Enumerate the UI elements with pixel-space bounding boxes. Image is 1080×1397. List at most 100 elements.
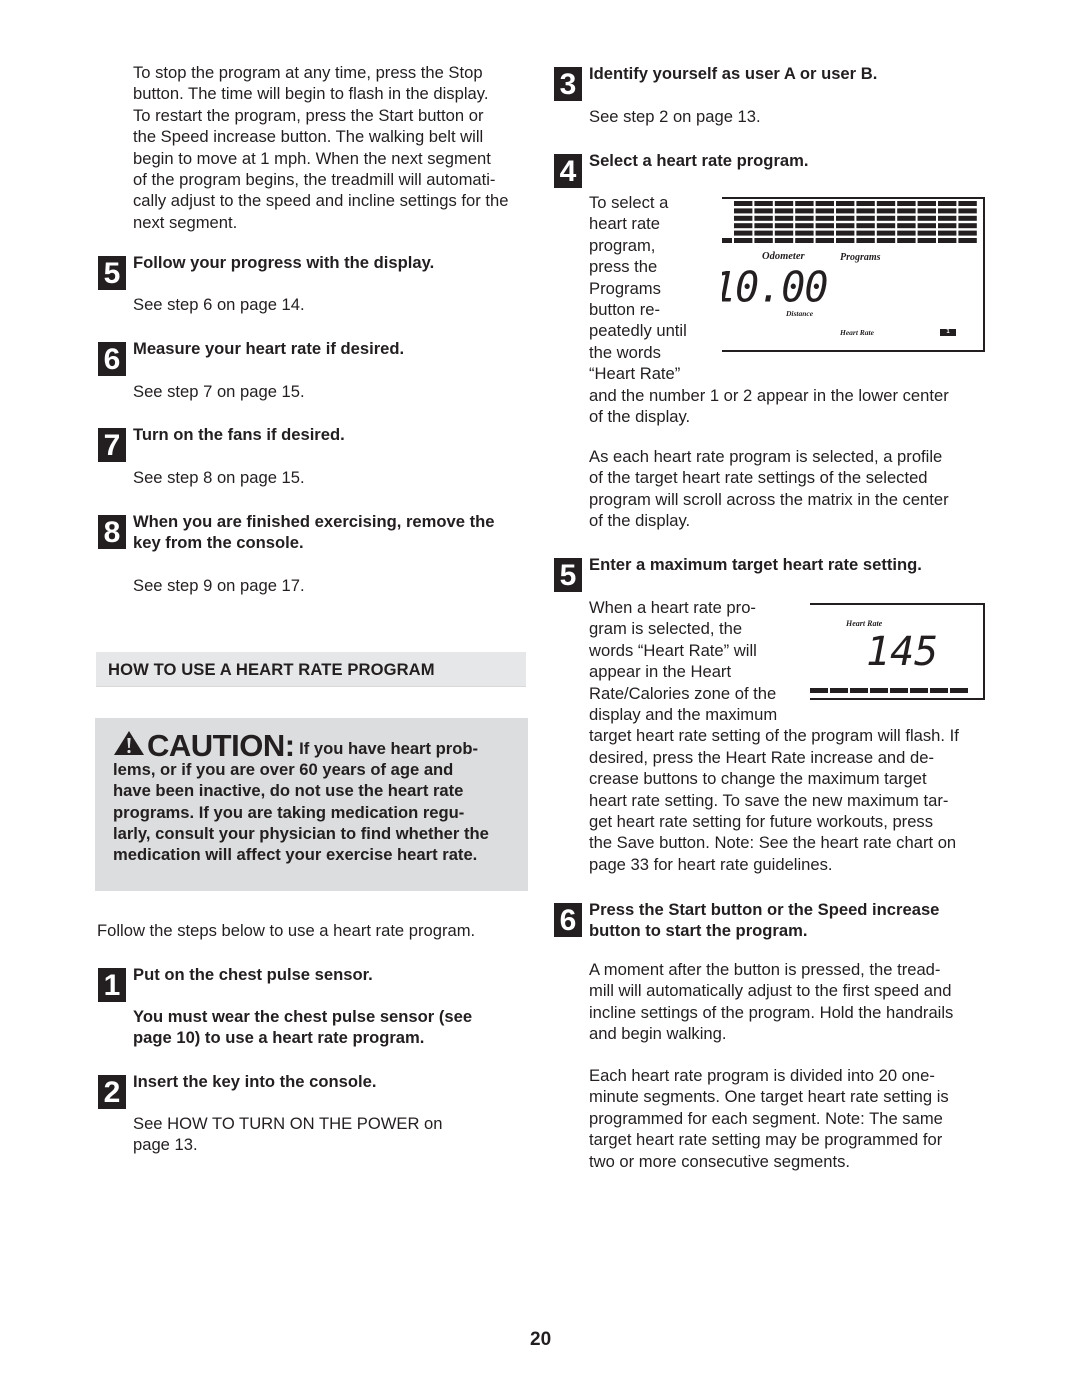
caution-label: CAUTION: [147,728,295,763]
matrix-segment [836,238,855,243]
matrix-segment [754,208,773,214]
step-number-badge: 3 [554,67,582,101]
matrix-segment [795,201,814,206]
step-title: Select a heart rate program. [589,151,809,170]
caution-box: CAUTION: If you have heart prob- lems, o… [95,718,528,891]
step-body: See step 9 on page 17. [133,576,305,595]
matrix-segment [897,215,916,221]
matrix-segment [836,201,855,206]
step-body: See step 2 on page 13. [589,107,761,126]
text-line: heart rate setting. To save the new maxi… [589,790,949,810]
text-line: the words [589,342,661,362]
program-number-indicator: 1 [940,329,956,336]
text-line: of the display. [589,407,691,427]
matrix-segment [876,208,896,214]
heart-rate-label: Heart Rate [840,328,874,337]
text-line: of the program begins, the treadmill wil… [133,170,496,190]
matrix-segment [754,223,773,229]
text-line: program, [589,235,656,255]
text-line: button. The time will begin to flash in … [133,84,489,104]
text-line: desired, press the Heart Rate increase a… [589,747,934,767]
step-number-badge: 4 [554,154,582,188]
heart-rate-label: Heart Rate [846,619,883,628]
odometer-label: Odometer [762,251,805,262]
matrix-segment [958,208,977,214]
step-title: Insert the key into the console. [133,1072,377,1091]
heart-rate-readout: 145 [866,629,939,675]
matrix-segment [734,230,753,236]
text-line: To restart the program, press the Start … [133,105,484,125]
matrix-segment [795,238,814,243]
matrix-segment [815,215,834,221]
step-title: Turn on the fans if desired. [133,425,345,444]
matrix-segment [815,208,834,214]
step-title: Enter a maximum target heart rate settin… [589,555,922,574]
step6-para1: A moment after the button is pressed, th… [589,959,953,1045]
matrix-segment [754,238,773,243]
matrix-segment [876,230,896,236]
matrix-segment [850,688,868,693]
matrix-segment [917,238,936,243]
text-line: heart rate [589,214,661,234]
matrix-segment [856,201,875,206]
page-number: 20 [530,1329,552,1350]
matrix-segment [815,238,834,243]
text-line: target heart rate setting may be program… [589,1130,943,1150]
matrix-segment [734,223,753,229]
matrix-segment [938,208,957,214]
step-title: Identify yourself as user A or user B. [589,64,878,83]
step-number-badge: 6 [98,342,126,376]
step-number-badge: 5 [554,558,582,592]
matrix-segment [774,208,794,214]
text-line: two or more consecutive segments. [589,1151,851,1171]
matrix-segment [795,215,814,221]
matrix-segment [795,223,814,229]
matrix-segment [836,215,855,221]
warning-triangle-icon [114,731,144,755]
text-line: peatedly until [589,321,687,341]
matrix-segment [917,215,936,221]
matrix-segment [917,230,936,236]
matrix-segment [754,215,773,221]
matrix-segment [774,230,794,236]
step-number-badge: 5 [98,256,126,290]
matrix-segment [830,688,848,693]
matrix-segment [958,238,977,243]
step4-side-text: To select a heart rate program, press th… [589,192,949,427]
matrix-segment [734,215,753,221]
text-line: press the [589,257,658,277]
title-line: Press the Start button or the Speed incr… [589,900,940,919]
title-line: key from the console. [133,533,304,553]
step-title: Follow your progress with the display. [133,253,435,272]
matrix-segment [774,201,794,206]
console-display-heart-rate: Heart Rate 145 [810,603,985,700]
matrix-segment [917,201,936,206]
text-line: the Save button. Note: See the heart rat… [589,833,957,853]
step-number-badge: 7 [98,428,126,462]
caution-line: have been inactive, do not use the heart… [113,781,464,801]
text-line: “Heart Rate” [589,364,681,384]
matrix-segment [734,208,753,214]
text-line: get heart rate setting for future workou… [589,812,934,832]
text-line: and begin walking. [589,1024,727,1044]
text-line: page 33 for heart rate guidelines. [589,854,833,874]
text-line: the Speed increase button. The walking b… [133,127,484,147]
matrix-segment [754,201,773,206]
text-line: program will scroll across the matrix in… [589,489,949,509]
text-line: button re- [589,300,661,320]
matrix-segment [917,208,936,214]
matrix-segment [917,223,936,229]
matrix-segment [815,223,834,229]
caution-line: lems, or if you are over 60 years of age… [113,760,454,780]
caution-line: larly, consult your physician to find wh… [113,823,489,843]
programs-label: Programs [840,252,881,263]
matrix-segment [876,201,896,206]
text-line: programmed for each segment. Note: The s… [589,1108,943,1128]
step-number-badge: 2 [98,1075,126,1109]
step-number-badge: 8 [98,515,126,549]
title-line: button to start the program. [589,921,808,941]
text-line: next segment. [133,212,238,232]
text-line: minute segments. One target heart rate s… [589,1087,949,1107]
led-matrix [722,201,977,243]
caution-first-line: CAUTION: If you have heart prob- [113,730,521,761]
